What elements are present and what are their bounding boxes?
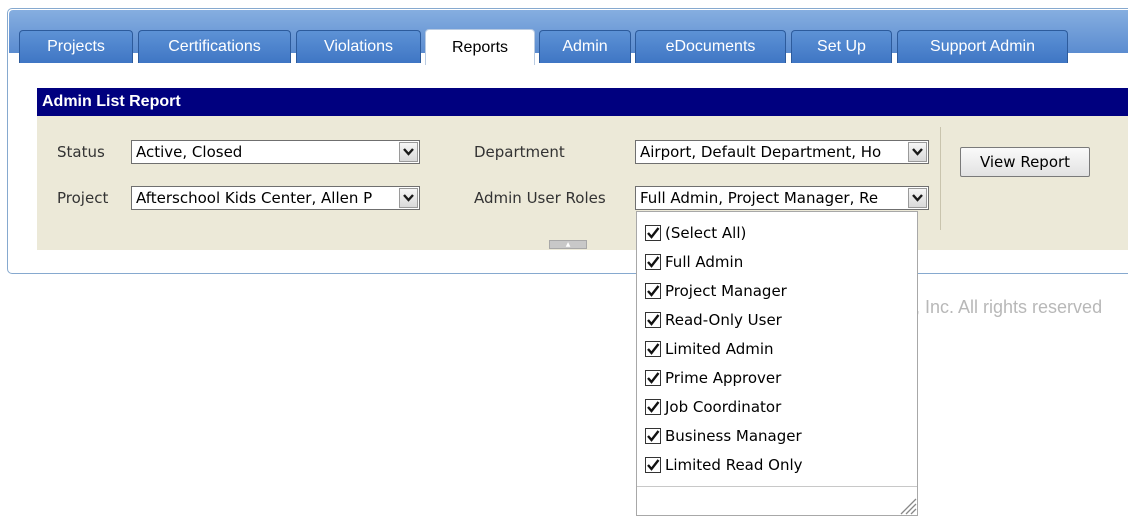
project-select[interactable]: Afterschool Kids Center, Allen P: [131, 186, 420, 210]
checkbox-checked-icon[interactable]: [645, 457, 661, 473]
tab-certifications[interactable]: Certifications: [138, 30, 291, 63]
option-label: Read-Only User: [665, 311, 782, 329]
option-limited-read-only[interactable]: Limited Read Only: [645, 454, 803, 476]
option-read-only-user[interactable]: Read-Only User: [645, 309, 782, 331]
chevron-down-icon[interactable]: [399, 142, 418, 162]
tab-support-admin[interactable]: Support Admin: [897, 30, 1068, 63]
divider: [940, 127, 941, 230]
option-label: (Select All): [665, 224, 747, 242]
checkbox-checked-icon[interactable]: [645, 254, 661, 270]
option-job-coordinator[interactable]: Job Coordinator: [645, 396, 781, 418]
tab-edocuments[interactable]: eDocuments: [635, 30, 786, 63]
chevron-down-icon[interactable]: [908, 188, 927, 208]
report-title: Admin List Report: [37, 88, 1128, 116]
option-business-manager[interactable]: Business Manager: [645, 425, 802, 447]
checkbox-checked-icon[interactable]: [645, 283, 661, 299]
checkbox-checked-icon[interactable]: [645, 370, 661, 386]
option-label: Prime Approver: [665, 369, 782, 387]
tab-projects[interactable]: Projects: [19, 30, 133, 63]
checkbox-checked-icon[interactable]: [645, 428, 661, 444]
admin-user-roles-label: Admin User Roles: [474, 189, 606, 207]
tab-violations[interactable]: Violations: [296, 30, 421, 63]
collapse-up-icon: ▲: [565, 240, 571, 248]
view-report-button[interactable]: View Report: [960, 147, 1090, 177]
tab-admin[interactable]: Admin: [539, 30, 631, 63]
chevron-down-icon[interactable]: [399, 188, 418, 208]
copyright-text: , Inc. All rights reserved: [915, 297, 1103, 317]
option-label: Limited Read Only: [665, 456, 803, 474]
status-label: Status: [57, 143, 105, 161]
admin-user-roles-dropdown[interactable]: (Select All) Full Admin Project Manager …: [636, 211, 918, 516]
checkbox-checked-icon[interactable]: [645, 312, 661, 328]
option-label: Limited Admin: [665, 340, 774, 358]
department-select-value: Airport, Default Department, Ho: [640, 143, 882, 161]
option-label: Full Admin: [665, 253, 744, 271]
option-label: Project Manager: [665, 282, 787, 300]
project-select-value: Afterschool Kids Center, Allen P: [136, 189, 373, 207]
tab-set-up[interactable]: Set Up: [791, 30, 892, 63]
option-full-admin[interactable]: Full Admin: [645, 251, 743, 273]
admin-user-roles-select[interactable]: Full Admin, Project Manager, Re: [635, 186, 929, 210]
divider: [637, 486, 917, 487]
tab-reports[interactable]: Reports: [425, 29, 535, 65]
option-limited-admin[interactable]: Limited Admin: [645, 338, 774, 360]
project-label: Project: [57, 189, 109, 207]
checkbox-checked-icon[interactable]: [645, 341, 661, 357]
option-label: Job Coordinator: [665, 398, 782, 416]
checkbox-checked-icon[interactable]: [645, 399, 661, 415]
option-label: Business Manager: [665, 427, 802, 445]
department-select[interactable]: Airport, Default Department, Ho: [635, 140, 929, 164]
option-project-manager[interactable]: Project Manager: [645, 280, 787, 302]
tab-bar: Projects Certifications Violations Repor…: [9, 10, 1128, 65]
filter-panel: [37, 116, 1128, 241]
chevron-down-icon[interactable]: [908, 142, 927, 162]
checkbox-checked-icon[interactable]: [645, 225, 661, 241]
department-label: Department: [474, 143, 565, 161]
option-prime-approver[interactable]: Prime Approver: [645, 367, 781, 389]
admin-user-roles-select-value: Full Admin, Project Manager, Re: [640, 189, 879, 207]
resize-grip-icon[interactable]: [897, 495, 917, 515]
status-select[interactable]: Active, Closed: [131, 140, 420, 164]
collapse-panel-handle[interactable]: ▲: [549, 240, 587, 249]
status-select-value: Active, Closed: [136, 143, 243, 161]
option-select-all[interactable]: (Select All): [645, 222, 746, 244]
